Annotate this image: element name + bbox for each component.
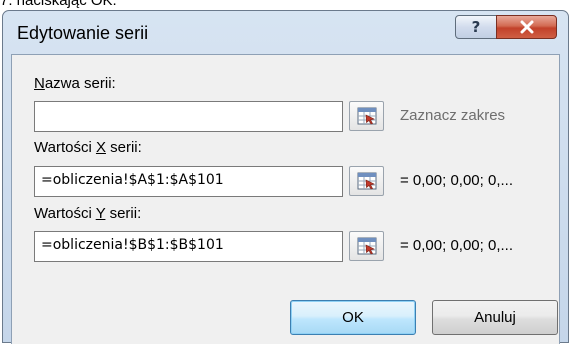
dialog-client-area: Nazwa serii: Zaznacz zakres Wartości X s… xyxy=(11,54,560,344)
x-values-label-after: serii: xyxy=(105,139,142,156)
close-icon xyxy=(520,20,533,34)
y-values-label-before: Wartości xyxy=(34,205,96,222)
x-values-preview: = 0,00; 0,00; 0,... xyxy=(400,172,513,189)
background-document-text-strip: 7. naciskając OK. xyxy=(0,0,571,10)
series-name-range-button[interactable] xyxy=(349,101,384,131)
edit-series-dialog: Edytowanie serii ? Nazwa serii: Zaznacz xyxy=(2,10,569,344)
x-values-input[interactable]: =obliczenia!$A$1:$A$101 xyxy=(34,166,343,197)
dialog-titlebar[interactable]: Edytowanie serii ? xyxy=(3,11,568,53)
y-values-label-mnemonic: Y xyxy=(95,205,106,222)
collapse-dialog-icon xyxy=(357,237,376,255)
dialog-title: Edytowanie serii xyxy=(17,23,149,43)
x-values-range-button[interactable] xyxy=(349,166,384,196)
y-values-label: Wartości Y serii: xyxy=(34,205,141,222)
ok-button[interactable]: OK xyxy=(290,300,416,335)
help-icon: ? xyxy=(471,18,481,36)
series-name-preview: Zaznacz zakres xyxy=(400,107,506,124)
cancel-button[interactable]: Anuluj xyxy=(432,300,558,335)
help-button[interactable]: ? xyxy=(455,15,497,39)
background-document-text: 7. naciskając OK. xyxy=(0,0,117,9)
x-values-label: Wartości X serii: xyxy=(34,139,142,156)
collapse-dialog-icon xyxy=(357,107,376,125)
collapse-dialog-icon xyxy=(357,172,376,190)
series-name-label-mnemonic: N xyxy=(34,75,45,92)
y-values-input[interactable]: =obliczenia!$B$1:$B$101 xyxy=(34,231,343,262)
y-values-label-after: serii: xyxy=(105,205,142,222)
y-values-range-button[interactable] xyxy=(349,231,384,261)
close-button[interactable] xyxy=(496,15,557,39)
y-values-preview: = 0,00; 0,00; 0,... xyxy=(400,237,513,254)
x-values-label-mnemonic: X xyxy=(95,139,106,156)
series-name-input[interactable] xyxy=(34,101,343,132)
series-name-label-text: azwa serii: xyxy=(44,75,116,92)
x-values-label-before: Wartości xyxy=(34,139,96,156)
series-name-label: Nazwa serii: xyxy=(34,75,116,92)
